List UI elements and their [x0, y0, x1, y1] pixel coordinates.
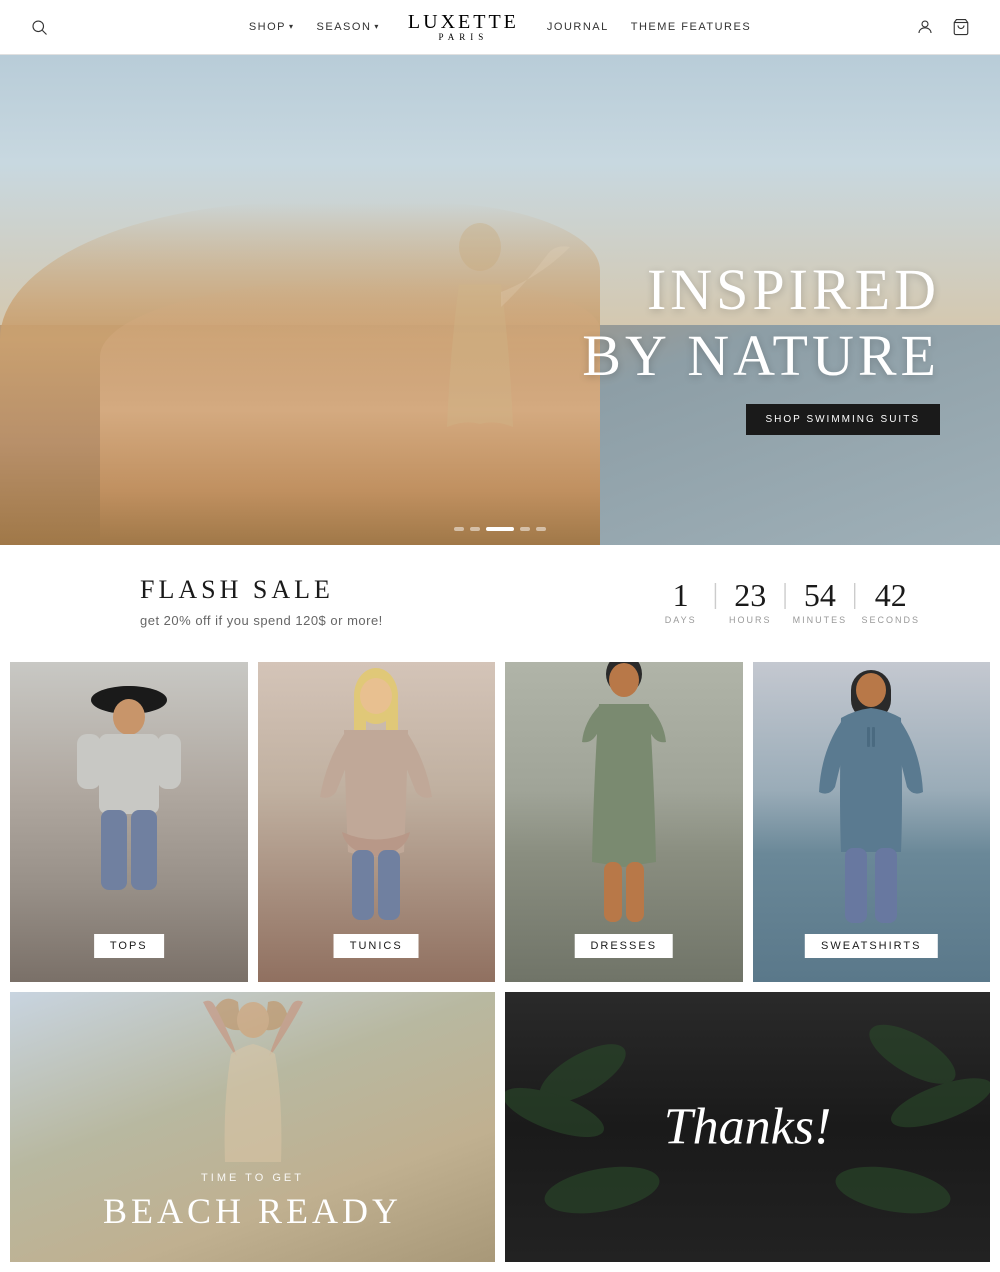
countdown-days: 1 DAYS	[653, 579, 709, 625]
nav-left: SHOP ▾ SEASON ▾	[239, 15, 390, 39]
category-tunics[interactable]: TUNICS	[258, 662, 496, 982]
flash-sale-info: FLASH SALE get 20% off if you spend 120$…	[140, 575, 383, 628]
countdown-sep-2: |	[782, 579, 788, 625]
category-dresses-label: DRESSES	[574, 934, 673, 958]
search-button[interactable]	[30, 18, 48, 36]
nav-right: JOURNAL THEME FEATURES	[537, 15, 761, 39]
carousel-dot-3[interactable]	[486, 527, 514, 531]
nav-item-theme-features[interactable]: THEME FEATURES	[621, 15, 761, 39]
search-icon	[30, 18, 48, 36]
header-actions	[916, 18, 970, 36]
account-icon	[916, 18, 934, 36]
bottom-panels-section: TIME TO GET BEACH READY Thanks!	[0, 992, 1000, 1272]
hero-text-block: INSPIRED BY NATURE SHOP SWIMMING SUITS	[582, 257, 940, 435]
category-sweatshirts[interactable]: SWEATSHIRTS	[753, 662, 991, 982]
cart-icon	[952, 18, 970, 36]
carousel-dot-5[interactable]	[536, 527, 546, 531]
sweatshirts-figure	[781, 662, 961, 942]
nav-item-shop[interactable]: SHOP ▾	[239, 15, 305, 39]
hero-figure	[380, 202, 580, 502]
flash-sale-section: FLASH SALE get 20% off if you spend 120$…	[0, 545, 1000, 652]
cart-button[interactable]	[952, 18, 970, 36]
thanks-text: Thanks!	[664, 1098, 832, 1157]
panel-beach-ready[interactable]: TIME TO GET BEACH READY	[10, 992, 495, 1262]
countdown-seconds: 42 SECONDS	[861, 579, 920, 625]
countdown-sep-3: |	[852, 579, 858, 625]
countdown-timer: 1 DAYS | 23 HOURS | 54 MINUTES | 42 SECO…	[653, 579, 920, 625]
category-tops-label: TOPS	[94, 934, 164, 958]
tunics-figure	[286, 662, 466, 942]
nav-item-season[interactable]: SEASON ▾	[307, 15, 390, 39]
beach-main-text: BEACH READY	[10, 1190, 495, 1232]
category-grid: TOPS TUNICS	[0, 652, 1000, 992]
hero-section: INSPIRED BY NATURE SHOP SWIMMING SUITS	[0, 55, 1000, 545]
category-tops[interactable]: TOPS	[10, 662, 248, 982]
season-chevron-icon: ▾	[374, 22, 380, 31]
countdown-minutes: 54 MINUTES	[792, 579, 848, 625]
flash-sale-subtitle: get 20% off if you spend 120$ or more!	[140, 613, 383, 628]
shop-chevron-icon: ▾	[289, 22, 295, 31]
countdown-sep-1: |	[713, 579, 719, 625]
hero-carousel-dots	[454, 527, 546, 531]
main-nav: SHOP ▾ SEASON ▾ LUXETTE PARIS JOURNAL TH…	[239, 11, 761, 43]
panel-thanks[interactable]: Thanks!	[505, 992, 990, 1262]
category-dresses[interactable]: DRESSES	[505, 662, 743, 982]
flash-sale-title: FLASH SALE	[140, 575, 383, 605]
beach-figure	[153, 992, 353, 1202]
nav-item-journal[interactable]: JOURNAL	[537, 15, 619, 39]
site-logo[interactable]: LUXETTE PARIS	[408, 11, 519, 43]
beach-panel-text: TIME TO GET BEACH READY	[10, 1172, 495, 1232]
tops-figure	[39, 662, 219, 942]
hero-headline: INSPIRED BY NATURE	[582, 257, 940, 390]
account-button[interactable]	[916, 18, 934, 36]
category-sweatshirts-label: SWEATSHIRTS	[805, 934, 937, 958]
hero-cta-button[interactable]: SHOP SWIMMING SUITS	[746, 404, 941, 435]
carousel-dot-4[interactable]	[520, 527, 530, 531]
beach-sub-text: TIME TO GET	[10, 1172, 495, 1184]
category-tunics-label: TUNICS	[334, 934, 419, 958]
carousel-dot-2[interactable]	[470, 527, 480, 531]
site-header: SHOP ▾ SEASON ▾ LUXETTE PARIS JOURNAL TH…	[0, 0, 1000, 55]
carousel-dot-1[interactable]	[454, 527, 464, 531]
dresses-figure	[534, 662, 714, 942]
countdown-hours: 23 HOURS	[722, 579, 778, 625]
